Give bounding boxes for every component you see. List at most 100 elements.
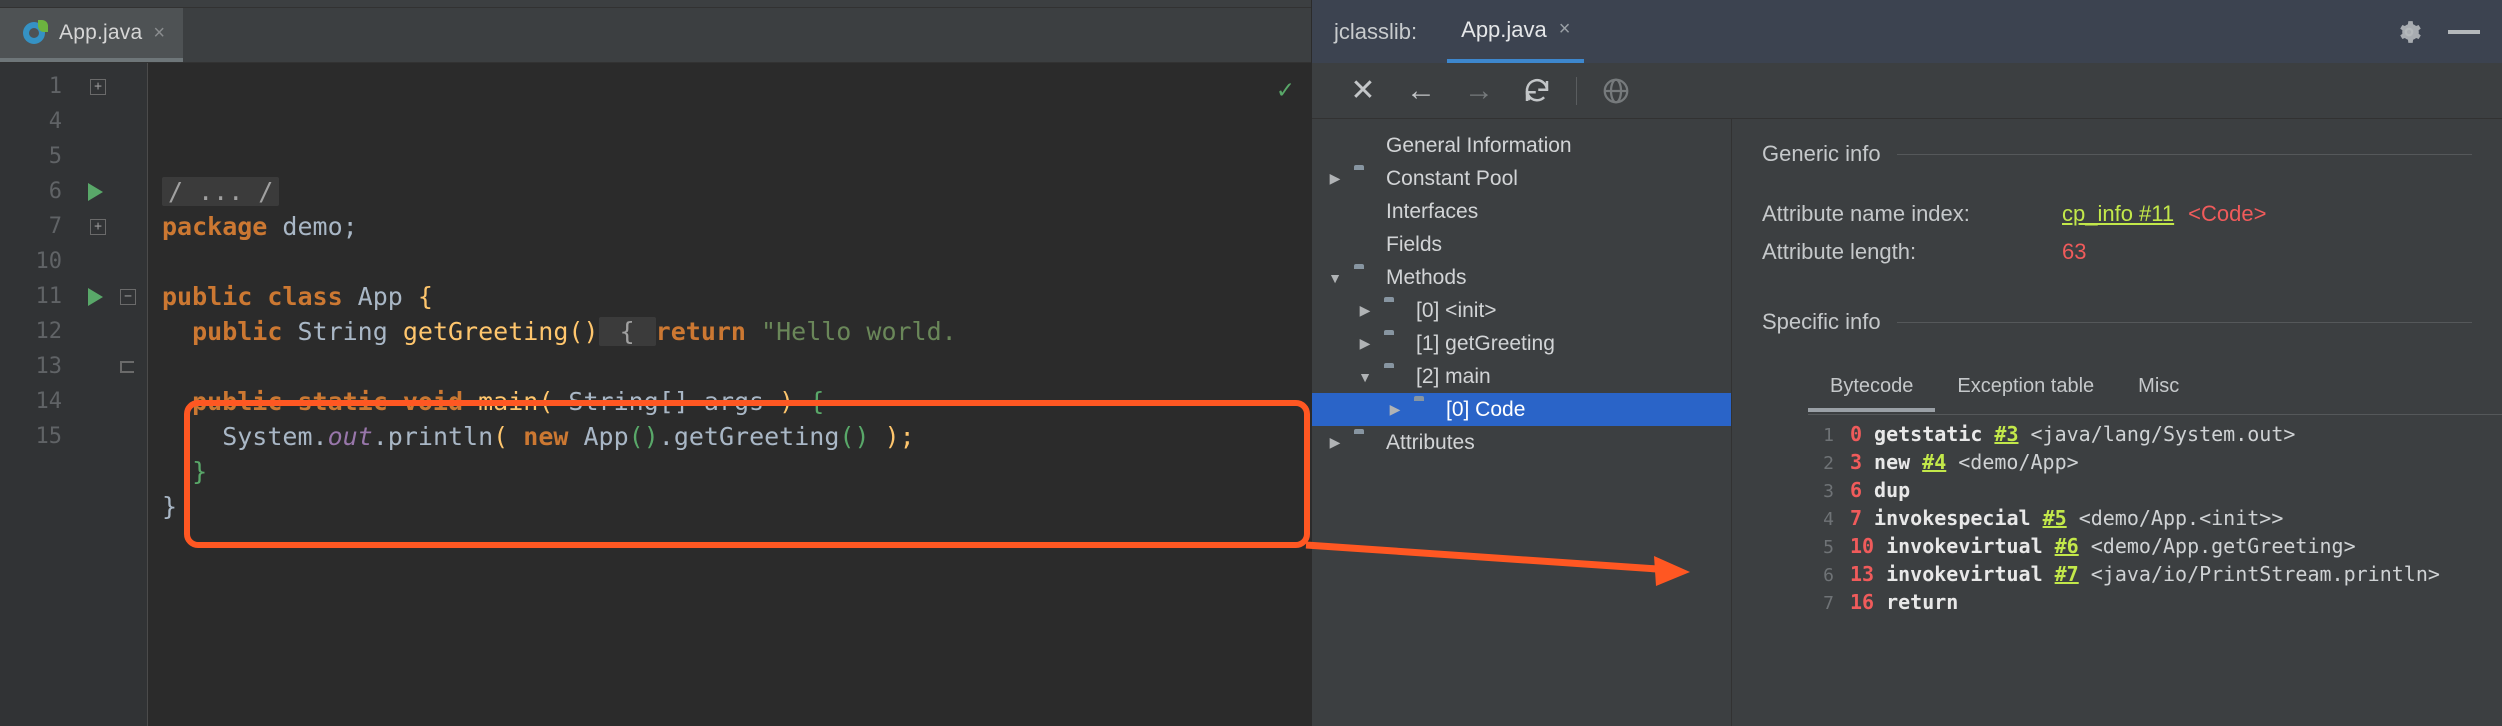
fold-end-icon[interactable] [120,361,134,373]
code-token: } [162,457,208,486]
code-token: main [478,387,539,416]
tree-node-general-information[interactable]: General Information [1312,129,1731,162]
chevron-down-icon[interactable]: ▼ [1356,369,1374,385]
code-line[interactable]: } [148,454,1311,489]
line-number: 1 [48,74,62,99]
editor-tab-app-java[interactable]: App.java × [0,8,184,62]
subtab-exception-table[interactable]: Exception table [1935,369,2116,412]
chevron-right-icon[interactable]: ▶ [1356,335,1374,352]
constant-pool-ref-link[interactable]: #5 [2043,505,2067,531]
back-arrow-icon[interactable]: ← [1392,69,1450,113]
bytecode-line[interactable]: 6 13 invokevirtual #7 <java/io/PrintStream.p… [1808,561,2502,589]
gutter-mark-row[interactable] [76,349,147,384]
gutter-mark-row[interactable] [76,139,147,174]
bytecode-line[interactable]: 7 16 return [1808,589,2502,617]
tree-node-attributes[interactable]: ▶ Attributes [1312,426,1731,459]
subtab-bytecode[interactable]: Bytecode [1808,369,1936,412]
close-icon[interactable]: × [153,23,165,43]
tool-window-header: jclasslib: App.java × [1312,0,2502,63]
file-icon [1354,136,1376,156]
reload-icon[interactable] [1508,69,1566,113]
tree-node-0-init[interactable]: ▶ [0] <init> [1312,294,1731,327]
gear-icon[interactable] [2396,19,2422,45]
gutter-mark-row[interactable] [76,104,147,139]
run-arrow-icon[interactable] [88,183,103,201]
code-token: () [839,422,870,451]
chevron-right-icon[interactable]: ▶ [1326,170,1344,187]
run-arrow-icon[interactable] [88,288,103,306]
gutter-mark-row[interactable]: + [76,209,147,244]
bytecode-opcode: dup [1874,478,1911,502]
tool-window-body: General Information ▶ Constant Pool Interfa… [1312,119,2502,726]
bytecode-line[interactable]: 3 6 dup [1808,477,2502,505]
code-line[interactable]: public String getGreeting() { return "He… [148,314,1311,349]
minimize-icon[interactable] [2448,29,2480,34]
gutter-mark-row[interactable] [76,174,147,209]
code-line[interactable]: public static void main( String[] args )… [148,384,1311,419]
close-icon[interactable]: ✕ [1334,69,1392,113]
bytecode-opcode: getstatic [1874,422,1983,446]
code-area[interactable]: ✓ / ... / package demo; public class App … [148,63,1311,726]
bytecode-listing[interactable]: 1 0 getstatic #3 <java/lang/System.out> 2 3 new… [1808,414,2502,617]
fold-collapse-icon[interactable]: − [120,289,136,305]
code-token: ( [538,387,554,416]
gutter-mark-row[interactable] [76,314,147,349]
editor-marks-gutter[interactable]: + + − [76,63,148,726]
bytecode-row-number: 5 [1823,537,1834,558]
code-token: .getGreeting [658,422,840,451]
editor-tabbar: App.java × [0,8,1311,63]
generic-info-rows: Attribute name index: cp_info #11 <Code> At… [1762,201,2502,265]
chevron-down-icon[interactable]: ▼ [1326,270,1344,286]
fold-expand-icon[interactable]: + [90,79,106,95]
bytecode-line[interactable]: 4 7 invokespecial #5 <demo/App.<init>> [1808,505,2502,533]
bytecode-line[interactable]: 1 0 getstatic #3 <java/lang/System.out> [1808,421,2502,449]
tree-node-fields[interactable]: Fields [1312,228,1731,261]
code-line[interactable]: / ... / [148,174,1311,209]
subtab-misc[interactable]: Misc [2116,369,2201,412]
chevron-right-icon[interactable]: ▶ [1326,434,1344,451]
constant-pool-ref-link[interactable]: #6 [2055,533,2079,559]
tree-node-1-getgreeting[interactable]: ▶ [1] getGreeting [1312,327,1731,360]
code-token: { [417,282,433,311]
gutter-mark-row[interactable]: − [76,279,147,314]
tree-node-2-main[interactable]: ▼ [2] main [1312,360,1731,393]
line-number: 7 [48,214,62,239]
close-icon[interactable]: × [1559,18,1571,41]
bytecode-line[interactable]: 5 10 invokevirtual #6 <demo/App.getGreeting> [1808,533,2502,561]
gutter-mark-row[interactable] [76,244,147,279]
constant-pool-ref-link[interactable]: #4 [1922,449,1946,475]
code-line[interactable]: package demo; [148,209,1311,244]
java-class-icon [22,20,48,46]
code-line[interactable]: } [148,489,1311,524]
code-line[interactable] [148,349,1311,384]
code-line[interactable]: System.out.println( new App().getGreetin… [148,419,1311,454]
tree-node-constant-pool[interactable]: ▶ Constant Pool [1312,162,1731,195]
bytecode-offset: 7 [1850,506,1863,530]
tree-node-interfaces[interactable]: Interfaces [1312,195,1731,228]
generic-info-key: Attribute length: [1762,239,1917,264]
cp-info-link[interactable]: cp_info #11 [2062,201,2174,227]
chevron-right-icon[interactable]: ▶ [1356,302,1374,319]
code-line[interactable] [148,244,1311,279]
tree-node-0-code[interactable]: ▶ [0] Code [1312,393,1731,426]
tool-tab-app-java[interactable]: App.java × [1447,0,1585,63]
tree-node-label: Constant Pool [1386,166,1518,190]
chevron-right-icon[interactable]: ▶ [1386,401,1404,418]
fold-expand-icon[interactable]: + [90,219,106,235]
code-token: App [342,282,418,311]
code-token: String [282,317,403,346]
line-number: 10 [35,249,63,274]
gutter-mark-row[interactable] [76,384,147,419]
constant-pool-ref-link[interactable]: #7 [2055,561,2079,587]
detail-panel: Generic info Attribute name index: cp_inf… [1732,119,2502,726]
code-line[interactable] [148,524,1311,559]
classfile-tree[interactable]: General Information ▶ Constant Pool Interfa… [1312,119,1732,726]
code-line[interactable]: public class App { [148,279,1311,314]
constant-pool-ref-link[interactable]: #3 [1994,421,2018,447]
gutter-mark-row[interactable] [76,419,147,454]
bytecode-subtabs[interactable]: Bytecode Exception table Misc [1808,369,2502,412]
tree-node-methods[interactable]: ▼ Methods [1312,261,1731,294]
gutter-mark-row[interactable]: + [76,69,147,104]
generic-info-key: Attribute name index: [1762,201,1970,226]
bytecode-line[interactable]: 2 3 new #4 <demo/App> [1808,449,2502,477]
